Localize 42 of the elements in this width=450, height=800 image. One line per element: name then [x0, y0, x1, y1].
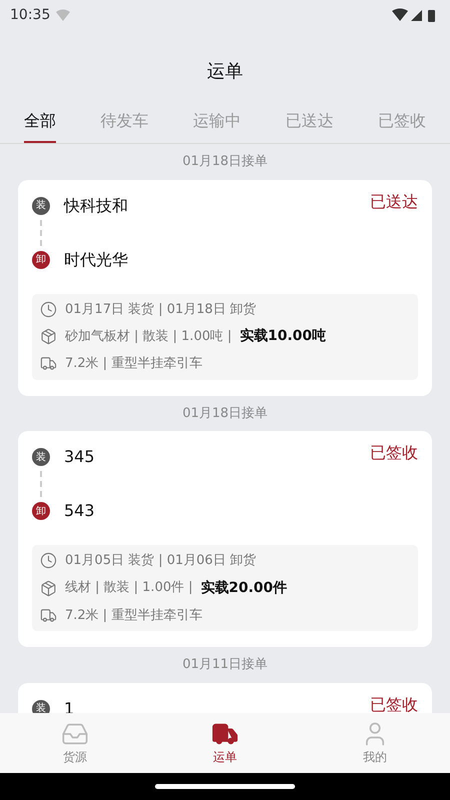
time-text: 01月17日 装货 | 01月18日 卸货 [65, 300, 256, 318]
actual-load: 实载10.00吨 [240, 326, 326, 346]
status-label: 已签收 [370, 694, 418, 713]
unload-place: 543 [64, 500, 95, 522]
vehicle-text: 7.2米 | 重型半挂牵引车 [65, 606, 202, 624]
load-badge: 装 [32, 700, 50, 713]
cargo-text: 线材 | 散装 | 1.00件 | [65, 579, 193, 598]
nav-tab[interactable]: 货源 [35, 720, 115, 766]
nav-tab[interactable]: 运单 [185, 720, 265, 766]
load-badge: 装 [32, 448, 50, 466]
box-icon [40, 580, 57, 596]
date-label: 01月18日接单 [182, 153, 268, 171]
unload-place: 时代光华 [64, 248, 128, 270]
filter-tab[interactable]: 已送达 [286, 109, 334, 143]
filter-tab[interactable]: 待发车 [100, 109, 148, 143]
truck-icon [40, 606, 57, 624]
vehicle-text: 7.2米 | 重型半挂牵引车 [65, 355, 202, 373]
date-label: 01月11日接单 [182, 656, 268, 674]
load-badge: 装 [32, 196, 50, 214]
nav-tab[interactable]: 我的 [335, 720, 415, 766]
date-label: 01月18日接单 [182, 404, 268, 422]
filter-tab[interactable]: 运输中 [193, 109, 241, 143]
wifi-icon [56, 9, 70, 21]
status-label: 已送达 [370, 190, 418, 212]
order-card[interactable]: 装 快科技和 卸 时代光华 已送达 01月17日 装货 | 01月18日 卸货 砂加气板材 | 散装 | 1.00吨 | 实载10.00吨 7.2米 | 重型半挂牵引车 [18, 180, 432, 396]
filter-tab[interactable]: 全部 [24, 109, 56, 143]
cargo-text: 砂加气板材 | 散装 | 1.00吨 | [65, 328, 232, 346]
filter-tab[interactable]: 已签收 [378, 109, 426, 143]
clock-icon [40, 300, 57, 318]
unload-badge: 卸 [32, 250, 50, 268]
truck-icon [40, 355, 57, 372]
status-time: 10:35 [10, 6, 50, 24]
order-card[interactable]: 装 345 卸 543 已签收 01月05日 装货 | 01月06日 卸货 线材 | 散装 | 1.00件 | 实载20.00件 7.2米 | 重型半挂牵引车 [18, 431, 432, 647]
box-icon [40, 328, 57, 345]
load-place: 345 [64, 446, 95, 468]
actual-load: 实载20.00件 [200, 578, 288, 598]
unload-badge: 卸 [32, 502, 50, 520]
clock-icon [40, 552, 57, 570]
time-text: 01月05日 装货 | 01月06日 卸货 [65, 552, 256, 570]
page-title: 运单 [207, 60, 243, 84]
load-place: 快科技和 [64, 194, 128, 216]
status-label: 已签收 [370, 442, 418, 464]
